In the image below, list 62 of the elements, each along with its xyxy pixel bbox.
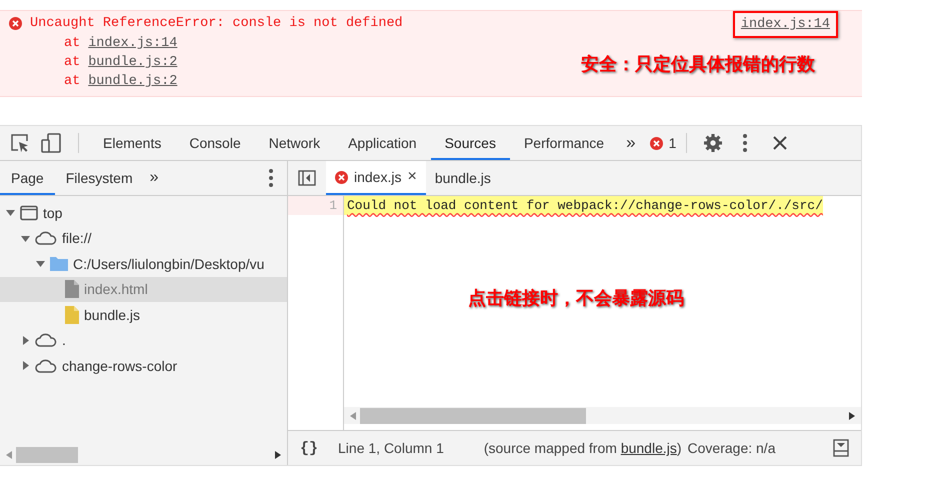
source-map-link[interactable]: bundle.js xyxy=(620,440,677,456)
folder-icon xyxy=(50,256,68,272)
stack-prefix: at xyxy=(64,35,80,53)
error-count-badge[interactable]: 1 xyxy=(650,135,676,151)
expanded-arrow-icon[interactable] xyxy=(36,259,45,268)
device-icon[interactable] xyxy=(40,132,62,154)
error-icon xyxy=(9,16,22,30)
file-tab[interactable]: index.js × xyxy=(326,161,426,195)
tree-item[interactable]: bundle.js xyxy=(0,302,287,328)
coverage-status: Coverage: n/a xyxy=(688,440,776,456)
pretty-print-button[interactable]: {} xyxy=(300,440,318,456)
error-message: Uncaught ReferenceError: consle is not defined xyxy=(30,16,403,30)
scroll-right-icon[interactable] xyxy=(275,450,281,458)
line-number: 1 xyxy=(288,196,343,215)
window-icon xyxy=(20,204,38,221)
sidebar-toggle-icon[interactable] xyxy=(298,170,316,186)
settings-icon[interactable] xyxy=(703,133,724,153)
source-link[interactable]: index.js:14 xyxy=(740,17,830,32)
navigator-tab[interactable]: Page xyxy=(0,161,55,195)
cloud-icon xyxy=(35,231,57,246)
collapsed-arrow-icon[interactable] xyxy=(21,361,30,370)
more-tabs-button[interactable]: » xyxy=(618,133,644,153)
scrollbar[interactable] xyxy=(344,407,861,424)
file-tab[interactable]: bundle.js xyxy=(426,161,500,195)
tree-item[interactable]: . xyxy=(0,328,287,353)
close-icon[interactable] xyxy=(773,136,788,150)
more-options-icon[interactable] xyxy=(269,169,273,187)
drawer-toggle-icon[interactable] xyxy=(833,439,849,457)
cloud-icon xyxy=(35,333,57,348)
annotation-text: 点击链接时，不会暴露源码 xyxy=(468,287,684,310)
scroll-left-icon[interactable] xyxy=(6,450,12,458)
cloud-icon xyxy=(35,358,57,373)
panel-tab[interactable]: Elements xyxy=(89,126,176,160)
script-file-icon xyxy=(65,306,79,324)
panel-tab[interactable]: Network xyxy=(254,126,334,160)
scroll-left-icon[interactable] xyxy=(350,412,356,420)
file-icon xyxy=(65,280,79,298)
annotation-text: 安全：只定位具体报错的行数 xyxy=(581,53,815,76)
more-options-icon[interactable] xyxy=(743,134,748,152)
stack-link[interactable]: bundle.js:2 xyxy=(88,53,178,72)
stack-prefix: at xyxy=(64,73,80,91)
tree-item[interactable]: top xyxy=(0,200,287,226)
panel-tab[interactable]: Performance xyxy=(510,126,618,160)
panel-tab[interactable]: Application xyxy=(334,126,431,160)
stack-link[interactable]: index.js:14 xyxy=(88,34,178,53)
panel-tab[interactable]: Console xyxy=(175,126,255,160)
tree-item[interactable]: C:/Users/liulongbin/Desktop/vu xyxy=(0,251,287,276)
collapsed-arrow-icon[interactable] xyxy=(21,336,30,345)
navigator-tab[interactable]: Filesystem xyxy=(54,161,144,195)
scroll-right-icon[interactable] xyxy=(849,412,855,420)
inspect-icon[interactable] xyxy=(10,133,30,153)
stack-link[interactable]: bundle.js:2 xyxy=(88,72,178,91)
close-tab-button[interactable]: × xyxy=(407,168,417,186)
source-map-info: (source mapped from bundle.js) xyxy=(484,440,682,456)
error-icon xyxy=(650,136,663,150)
tree-item[interactable]: file:// xyxy=(0,226,287,251)
cursor-position: Line 1, Column 1 xyxy=(338,440,444,456)
more-tabs-button[interactable]: » xyxy=(144,169,165,187)
expanded-arrow-icon[interactable] xyxy=(21,234,30,243)
expanded-arrow-icon[interactable] xyxy=(6,208,15,218)
tree-item[interactable]: change-rows-color xyxy=(0,353,287,378)
stack-prefix: at xyxy=(64,54,80,72)
